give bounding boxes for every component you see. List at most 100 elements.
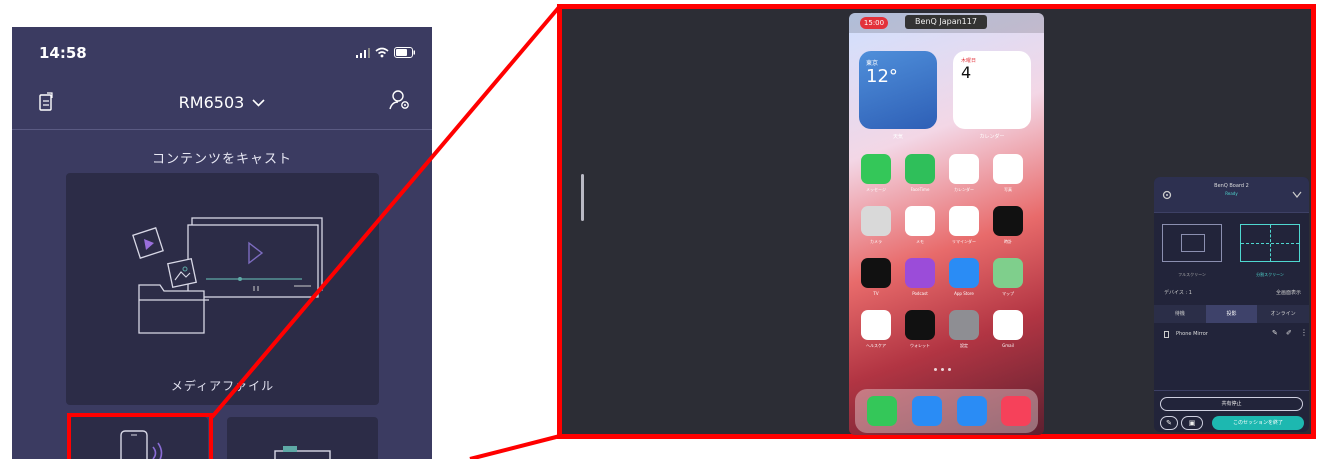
screenshot-root: 14:58 RM6503 コンテンツをキャスト メディアファイル 15:00 B… xyxy=(0,0,1319,459)
edit-icon[interactable]: ✐ xyxy=(1286,329,1292,337)
panel-divider xyxy=(1154,390,1309,391)
app-icon[interactable] xyxy=(861,206,891,236)
chevron-down-icon xyxy=(252,98,265,107)
app-label: Podcast xyxy=(912,291,928,296)
section-title: コンテンツをキャスト xyxy=(151,152,292,167)
layout2-label: 分割スクリーン xyxy=(1256,272,1284,277)
chevron-down-icon[interactable] xyxy=(1292,191,1302,199)
mirrored-iphone-screen: 15:00 BenQ Japan117 東京 12° 木曜日 4 天気 カレンダ… xyxy=(849,13,1044,435)
signal-icon xyxy=(356,47,370,58)
app-label: ウォレット xyxy=(910,343,930,348)
device-phone-icon xyxy=(1164,331,1169,338)
page-dots xyxy=(934,368,951,371)
app-label: FaceTime xyxy=(910,187,930,192)
calendar-day: 4 xyxy=(961,63,972,82)
app-label: TV xyxy=(873,291,879,296)
calendar-widget: 木曜日 4 xyxy=(953,51,1031,129)
phone-app-screen: 14:58 RM6503 コンテンツをキャスト メディアファイル xyxy=(12,27,432,459)
app-icon[interactable] xyxy=(861,310,891,340)
stop-share-button[interactable]: 共有停止 xyxy=(1160,397,1303,411)
control-panel: BenQ Board 2 Ready フルスクリーン 分割スクリーン デバイス … xyxy=(1154,177,1309,432)
panel-tabs: 待機 投影 オンライン xyxy=(1154,305,1309,323)
app-label: ヘルスケア xyxy=(866,343,886,348)
app-icon[interactable] xyxy=(949,310,979,340)
whiteboard-icon xyxy=(274,446,331,459)
app-label: メッセージ xyxy=(866,187,886,192)
status-bar: 14:58 xyxy=(12,27,432,77)
app-label: App Store xyxy=(954,291,974,296)
highlight-box-small xyxy=(67,413,213,459)
app-label: カメラ xyxy=(870,239,882,244)
app-label: メモ xyxy=(916,239,924,244)
calendar-widget-label: カレンダー xyxy=(979,134,1005,140)
screen-share-card[interactable] xyxy=(227,417,378,459)
app-label: リマインダー xyxy=(952,239,976,244)
app-icon[interactable] xyxy=(861,258,891,288)
annotation-button[interactable]: ✎ xyxy=(1160,416,1178,430)
camera-button[interactable]: ▣ xyxy=(1181,416,1203,430)
app-icon[interactable] xyxy=(993,206,1023,236)
app-icon[interactable] xyxy=(905,206,935,236)
layout-split-option[interactable] xyxy=(1240,224,1300,262)
tab-standby[interactable]: 待機 xyxy=(1154,305,1206,323)
app-icon[interactable] xyxy=(905,154,935,184)
phone-icon[interactable] xyxy=(867,396,897,426)
media-files-illustration xyxy=(132,217,323,334)
pencil-icon: ✎ xyxy=(1166,419,1172,427)
device-selector[interactable]: RM6503 xyxy=(12,93,432,112)
media-card-label: メディアファイル xyxy=(170,379,275,393)
app-label: Gmail xyxy=(1002,343,1014,348)
media-files-card[interactable]: メディアファイル xyxy=(66,173,379,405)
gear-icon[interactable] xyxy=(1162,190,1172,200)
status-time: 14:58 xyxy=(39,44,87,62)
mirror-status-bar: 15:00 BenQ Japan117 xyxy=(849,13,1044,33)
app-label: 設定 xyxy=(960,343,968,348)
top-bar: RM6503 xyxy=(12,77,432,129)
mail-icon[interactable] xyxy=(912,396,942,426)
device-row: Phone Mirror ✎ ✐ ⋮ xyxy=(1154,327,1309,343)
weather-widget-label: 天気 xyxy=(892,134,903,140)
app-label: カレンダー xyxy=(954,187,974,192)
mirror-status-time: 15:00 xyxy=(860,17,888,29)
device-count: デバイス : 1 xyxy=(1164,290,1192,296)
zoomed-mirror-view: 15:00 BenQ Japan117 東京 12° 木曜日 4 天気 カレンダ… xyxy=(557,4,1316,439)
app-label: マップ xyxy=(1002,291,1014,296)
panel-title: BenQ Board 2 xyxy=(1214,183,1249,189)
device-row-name: Phone Mirror xyxy=(1176,331,1208,337)
tab-casting[interactable]: 投影 xyxy=(1205,305,1258,323)
app-icon[interactable] xyxy=(993,258,1023,288)
battery-icon xyxy=(394,47,415,58)
app-icon[interactable] xyxy=(993,154,1023,184)
system-icons xyxy=(356,47,416,58)
tab-online[interactable]: オンライン xyxy=(1257,305,1309,323)
pen-icon[interactable]: ✎ xyxy=(1272,329,1278,337)
end-session-button[interactable]: このセッションを終了 xyxy=(1212,416,1304,430)
weather-temp: 12° xyxy=(866,66,898,87)
app-icon[interactable] xyxy=(949,258,979,288)
panel-subtitle: Ready xyxy=(1225,191,1238,196)
dock xyxy=(855,389,1038,433)
app-icon[interactable] xyxy=(993,310,1023,340)
device-name: RM6503 xyxy=(178,93,245,112)
more-icon[interactable]: ⋮ xyxy=(1300,328,1308,337)
mirror-network-name: BenQ Japan117 xyxy=(905,15,987,29)
user-settings-icon[interactable] xyxy=(389,89,411,111)
app-icon[interactable] xyxy=(949,154,979,184)
layout1-label: フルスクリーン xyxy=(1178,272,1206,277)
wifi-icon xyxy=(375,47,389,58)
app-icon[interactable] xyxy=(949,206,979,236)
app-icon[interactable] xyxy=(861,154,891,184)
device-action[interactable]: 全画面表示 xyxy=(1276,289,1301,296)
panel-header: BenQ Board 2 Ready xyxy=(1154,177,1309,213)
app-label: 写真 xyxy=(1004,187,1012,192)
weather-widget: 東京 12° xyxy=(859,51,937,129)
divider xyxy=(12,129,432,130)
layout-fullscreen-option[interactable] xyxy=(1162,224,1222,262)
safari-icon[interactable] xyxy=(957,396,987,426)
app-icon[interactable] xyxy=(905,310,935,340)
app-label: 時計 xyxy=(1004,239,1012,244)
music-icon[interactable] xyxy=(1001,396,1031,426)
camera-icon: ▣ xyxy=(1188,419,1196,427)
app-icon[interactable] xyxy=(905,258,935,288)
drawer-handle[interactable] xyxy=(581,174,584,221)
